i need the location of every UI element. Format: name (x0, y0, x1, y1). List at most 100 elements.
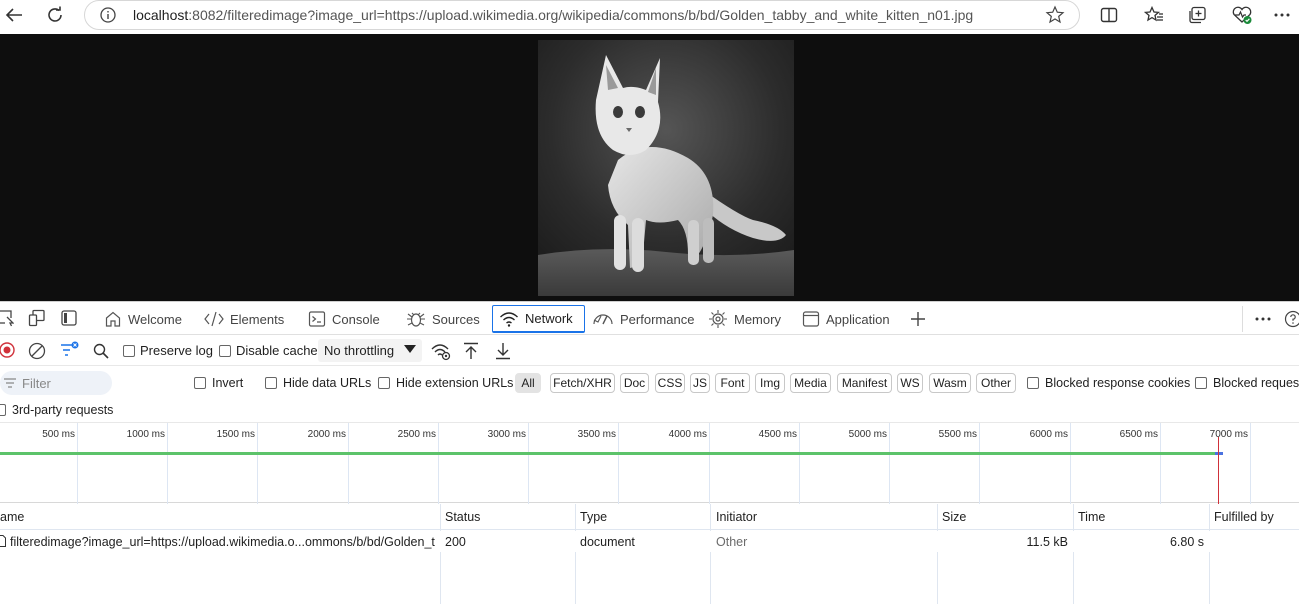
tab-performance[interactable]: Performance (586, 305, 700, 333)
timeline-tick-label: 6500 ms (1098, 429, 1158, 440)
browser-toolbar: localhost:8082/filteredimage?image_url=h… (0, 0, 1299, 34)
wifi-icon (499, 310, 519, 328)
type-filter-all[interactable]: All (515, 373, 541, 393)
tab-console[interactable]: Console (302, 305, 386, 333)
checkbox-box[interactable] (1195, 377, 1207, 389)
checkbox-label: Blocked response cookies (1045, 376, 1190, 390)
devtools-tab-strip: Welcome Elements Console Sources Network… (0, 302, 1299, 335)
url-text[interactable]: localhost:8082/filteredimage?image_url=h… (133, 7, 973, 23)
timeline-tick (799, 423, 800, 504)
column-header-initiator[interactable]: Initiator (716, 510, 757, 524)
device-emulation-icon[interactable] (28, 309, 46, 327)
type-filter-manifest[interactable]: Manifest (837, 373, 892, 393)
address-bar[interactable]: localhost:8082/filteredimage?image_url=h… (84, 0, 1080, 30)
hide-data-urls-checkbox[interactable]: Hide data URLs (265, 366, 371, 399)
more-icon[interactable] (1268, 3, 1296, 27)
column-header-fulfilled-by[interactable]: Fulfilled by (1214, 510, 1274, 524)
blocked-response-cookies-checkbox[interactable]: Blocked response cookies (1027, 366, 1190, 399)
column-header-size[interactable]: Size (942, 510, 966, 524)
column-header-name[interactable]: ame (0, 510, 24, 524)
export-har-icon[interactable] (494, 341, 512, 361)
blocked-requests-checkbox[interactable]: Blocked requests (1195, 366, 1299, 399)
dock-side-icon[interactable] (60, 309, 78, 327)
timeline-tick-label: 1000 ms (105, 429, 165, 440)
request-name[interactable]: filteredimage?image_url=https://upload.w… (10, 535, 436, 549)
checkbox-box[interactable] (194, 377, 206, 389)
checkbox-box[interactable] (0, 404, 6, 416)
timeline-tick (528, 423, 529, 504)
timeline-tick-label: 2500 ms (376, 429, 436, 440)
inspect-element-icon[interactable] (0, 309, 14, 327)
invert-checkbox[interactable]: Invert (194, 366, 243, 399)
column-header-type[interactable]: Type (580, 510, 607, 524)
checkbox-box[interactable] (378, 377, 390, 389)
type-filter-ws[interactable]: WS (897, 373, 923, 393)
tab-label: Memory (734, 312, 781, 327)
type-filter-media[interactable]: Media (790, 373, 831, 393)
code-icon (204, 310, 224, 328)
type-filter-doc[interactable]: Doc (620, 373, 649, 393)
timeline-tick (1070, 423, 1071, 504)
type-filter-css[interactable]: CSS (655, 373, 685, 393)
request-waterfall-bar (0, 452, 1215, 455)
record-icon[interactable] (0, 342, 15, 358)
checkbox-label: Disable cache (236, 343, 318, 358)
tab-label: Performance (620, 312, 694, 327)
more-tools-icon[interactable] (1254, 314, 1272, 324)
preserve-log-checkbox[interactable]: Preserve log (123, 335, 213, 366)
timeline-tick (348, 423, 349, 504)
split-screen-icon[interactable] (1095, 3, 1123, 27)
tab-label: Elements (230, 312, 284, 327)
tab-label: Console (332, 312, 380, 327)
disable-cache-checkbox[interactable]: Disable cache (219, 335, 318, 366)
checkbox-box[interactable] (1027, 377, 1039, 389)
timeline-tick-label: 4500 ms (737, 429, 797, 440)
table-row[interactable]: filteredimage?image_url=https://upload.w… (0, 531, 1299, 552)
collections-icon[interactable] (1184, 3, 1212, 27)
checkbox-label: Invert (212, 376, 243, 390)
type-filter-wasm[interactable]: Wasm (929, 373, 971, 393)
type-filter-js[interactable]: JS (690, 373, 710, 393)
tab-label: Welcome (128, 312, 182, 327)
request-time: 6.80 s (1170, 535, 1204, 549)
column-header-time[interactable]: Time (1078, 510, 1105, 524)
tab-network[interactable]: Network (492, 305, 585, 333)
tab-elements[interactable]: Elements (198, 305, 290, 333)
network-conditions-icon[interactable] (430, 341, 452, 361)
search-icon[interactable] (92, 342, 110, 360)
hide-extension-urls-checkbox[interactable]: Hide extension URLs (378, 366, 513, 399)
info-icon[interactable] (99, 6, 117, 29)
checkbox-label: 3rd-party requests (12, 403, 113, 417)
tab-welcome[interactable]: Welcome (98, 305, 188, 333)
import-har-icon[interactable] (462, 341, 480, 361)
clear-icon[interactable] (28, 342, 46, 360)
throttling-select[interactable]: No throttling (318, 339, 422, 362)
tab-application[interactable]: Application (796, 305, 896, 333)
checkbox-box[interactable] (123, 345, 135, 357)
back-arrow-icon[interactable] (0, 3, 28, 27)
url-path: :8082/filteredimage?image_url=https://up… (188, 7, 973, 23)
browser-essentials-icon[interactable] (1228, 3, 1256, 27)
type-filter-other[interactable]: Other (976, 373, 1016, 393)
network-toolbar: Preserve log Disable cache No throttling (0, 335, 1299, 366)
tab-label: Sources (432, 312, 480, 327)
third-party-requests-checkbox[interactable]: 3rd-party requests (0, 399, 113, 421)
timeline-tick (1160, 423, 1161, 504)
column-header-status[interactable]: Status (445, 510, 480, 524)
reload-icon[interactable] (41, 3, 69, 27)
help-icon[interactable] (1284, 310, 1299, 328)
favorites-icon[interactable] (1140, 3, 1168, 27)
type-filter-font[interactable]: Font (715, 373, 750, 393)
bug-icon (406, 310, 426, 328)
star-icon[interactable] (1045, 5, 1065, 30)
type-filter-img[interactable]: Img (755, 373, 785, 393)
checkbox-box[interactable] (219, 345, 231, 357)
tab-sources[interactable]: Sources (400, 305, 486, 333)
timeline-overview[interactable]: 500 ms 1000 ms 1500 ms 2000 ms 2500 ms 3… (0, 422, 1299, 503)
add-tab-icon[interactable] (909, 310, 927, 328)
filter-toggle-icon[interactable] (60, 341, 80, 359)
tab-memory[interactable]: Memory (702, 305, 787, 333)
checkbox-box[interactable] (265, 377, 277, 389)
type-filter-fetch-xhr[interactable]: Fetch/XHR (550, 373, 615, 393)
filter-input[interactable]: Filter (0, 371, 112, 395)
